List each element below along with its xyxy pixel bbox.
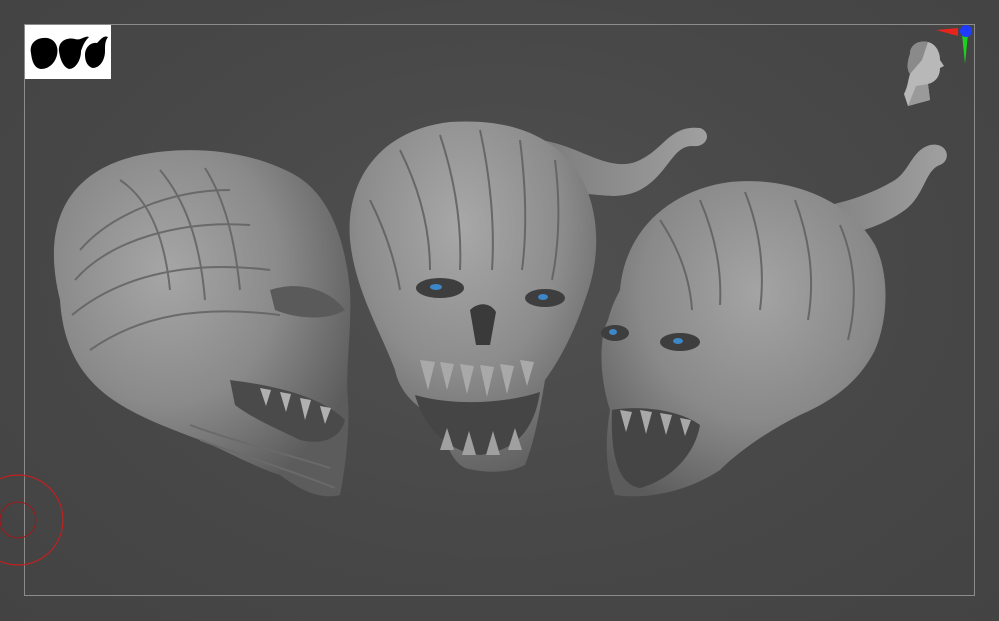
sculpt-viewport[interactable] bbox=[0, 0, 999, 621]
three-head-silhouettes-icon bbox=[30, 36, 108, 69]
render-frame bbox=[24, 24, 975, 596]
y-axis-icon bbox=[962, 34, 968, 64]
model-thumbnail[interactable] bbox=[25, 25, 111, 79]
z-axis-icon bbox=[960, 25, 972, 37]
head-orientation-icon bbox=[904, 25, 972, 106]
navigation-cube[interactable] bbox=[896, 20, 980, 116]
brush-radius-ring-icon[interactable] bbox=[0, 460, 70, 580]
x-axis-icon bbox=[936, 28, 958, 36]
